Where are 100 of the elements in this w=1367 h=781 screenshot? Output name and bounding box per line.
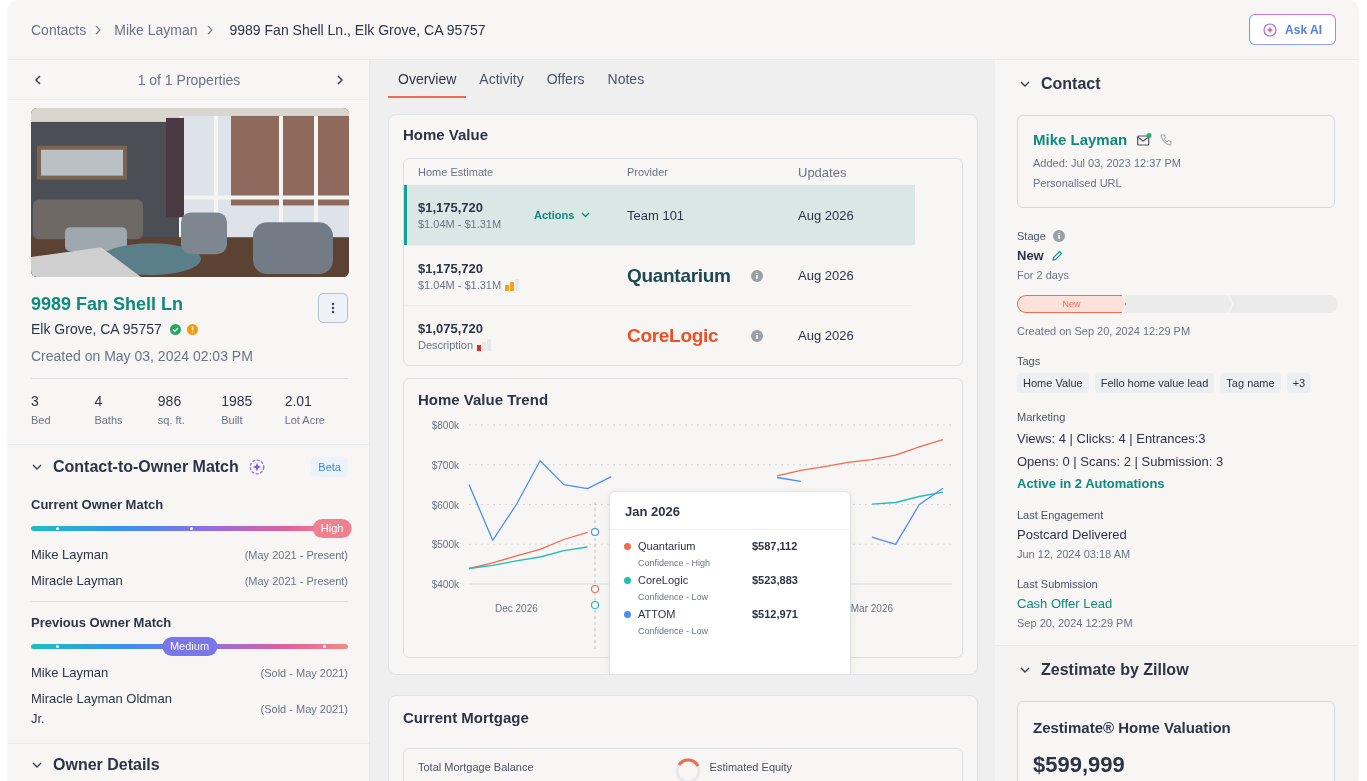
marketing-stats: Views: 4 | Clicks: 4 | Entrances:3 bbox=[1017, 431, 1207, 446]
owner-period: (May 2021 - Present) bbox=[244, 549, 348, 561]
tag: Home Value bbox=[1017, 373, 1089, 393]
owner-name: Mike Layman bbox=[31, 546, 109, 564]
chevron-right-icon bbox=[94, 24, 103, 35]
axis-label: $500k bbox=[431, 539, 459, 551]
event-date: Jun 12, 2024 03:18 AM bbox=[1017, 548, 1132, 560]
column-header: Updates bbox=[798, 164, 847, 180]
field-label: Tags bbox=[1017, 355, 1042, 367]
tab[interactable]: Offers bbox=[536, 62, 595, 98]
breadcrumb-link[interactable]: Contacts bbox=[31, 21, 87, 38]
provider-logo: CoreLogic bbox=[627, 324, 720, 347]
sparkle-icon bbox=[248, 459, 265, 475]
column-header: Provider bbox=[627, 166, 669, 178]
section-title: Zestimate by Zillow bbox=[1041, 661, 1189, 679]
info-icon[interactable] bbox=[751, 269, 763, 282]
created-date: Created on May 03, 2024 02:03 PM bbox=[31, 348, 348, 379]
estimate-row[interactable]: $1,075,720 Description CoreLogic Aug 2026 bbox=[404, 305, 912, 365]
stat-label: sq. ft. bbox=[157, 414, 186, 426]
estimate-row[interactable]: $1,175,720 $1.04M - $1.31M Quantarium Aug 2026 bbox=[404, 245, 912, 305]
zestimate-value: $599,999 bbox=[1033, 752, 1126, 778]
stat-label: Built bbox=[221, 414, 244, 426]
stat-value: 3 bbox=[31, 393, 40, 409]
contact-name[interactable]: Mike Layman bbox=[1033, 131, 1128, 148]
chart-title: Home Value Trend bbox=[417, 391, 550, 408]
card-title: Home Value bbox=[403, 126, 490, 143]
estimate-range: $1.04M - $1.31M bbox=[418, 278, 502, 291]
added-date: Added: Jul 03, 2023 12:37 PM bbox=[1033, 157, 1182, 169]
ask-ai-button[interactable]: Ask AI bbox=[1249, 14, 1336, 45]
match-title: Previous Owner Match bbox=[31, 615, 173, 630]
confidence-note: Confidence - Low bbox=[637, 626, 710, 636]
axis-label: Dec 2026 bbox=[495, 603, 538, 614]
tab[interactable]: Notes bbox=[597, 62, 655, 98]
stat-value: 2.01 bbox=[284, 393, 313, 409]
update-date: Aug 2026 bbox=[798, 328, 854, 343]
field-label: Estimated Equity bbox=[709, 761, 793, 773]
axis-label: Mar 2026 bbox=[850, 603, 894, 614]
tab[interactable]: Activity bbox=[469, 62, 534, 98]
caret-icon bbox=[581, 212, 591, 218]
update-date: Aug 2026 bbox=[798, 207, 854, 223]
stat-label: Lot Acre bbox=[284, 414, 326, 426]
estimate-row[interactable]: $1,175,720 $1.04M - $1.31M Actions Team 101 Aug 2026 bbox=[404, 185, 915, 245]
stage-step[interactable]: New bbox=[1017, 295, 1126, 313]
section-title: Contact-to-Owner Match bbox=[53, 458, 239, 476]
stat-label: Bed bbox=[31, 414, 52, 426]
stat-value: 4 bbox=[94, 393, 104, 409]
info-icon[interactable] bbox=[751, 329, 763, 342]
confidence-note: Confidence - High bbox=[637, 558, 712, 568]
estimate-range: $1.04M - $1.31M bbox=[418, 218, 502, 230]
field-label: Marketing bbox=[1017, 411, 1067, 423]
stat-value: 1985 bbox=[221, 393, 254, 409]
breadcrumb-link[interactable]: Mike Layman bbox=[114, 21, 198, 38]
series-value: $587,112 bbox=[752, 540, 798, 552]
owner-period: (Sold - May 2021) bbox=[260, 703, 348, 715]
estimate-range: Description bbox=[418, 338, 474, 351]
section-title: Contact bbox=[1041, 75, 1101, 93]
stage-value: New bbox=[1017, 248, 1044, 263]
axis-label: $600k bbox=[431, 499, 459, 511]
field-label: Total Mortgage Balance bbox=[418, 761, 534, 773]
owner-period: (May 2021 - Present) bbox=[244, 575, 348, 587]
owner-name: Mike Layman bbox=[31, 664, 109, 682]
match-rating: Medium bbox=[161, 637, 218, 656]
info-icon[interactable] bbox=[1052, 230, 1065, 242]
owner-name: Miracle Layman bbox=[31, 572, 123, 590]
more-icon bbox=[331, 302, 335, 314]
owner-name: Miracle Layman Oldman Jr. bbox=[31, 690, 173, 728]
submission-link[interactable]: Cash Offer Lead bbox=[1017, 596, 1335, 611]
breadcrumb-link[interactable]: 9989 Fan Shell Ln., Elk Grove, CA 95757 bbox=[229, 21, 486, 38]
column-header: Home Estimate bbox=[418, 166, 495, 178]
provider-logo: Quantarium bbox=[627, 264, 732, 287]
axis-label: $800k bbox=[431, 420, 459, 431]
stat-label: Baths bbox=[94, 414, 124, 426]
tag: Tag name bbox=[1220, 373, 1281, 393]
property-address: Elk Grove, CA 95757 bbox=[31, 321, 162, 337]
card-title: Zestimate® Home Valuation bbox=[1033, 719, 1232, 736]
estimate-value: $1,075,720 bbox=[418, 320, 485, 336]
pencil-icon[interactable] bbox=[1050, 249, 1063, 262]
beta-badge: Beta bbox=[311, 457, 348, 477]
engagement-value: Postcard Delivered bbox=[1017, 527, 1128, 542]
phone-icon[interactable] bbox=[1160, 133, 1173, 146]
confidence-note: Confidence - Low bbox=[637, 592, 710, 602]
automations-link[interactable]: Active in 2 Automations bbox=[1017, 476, 1335, 491]
mail-icon[interactable] bbox=[1137, 133, 1153, 146]
field-label: Last Submission bbox=[1017, 578, 1099, 590]
series-name: Quantarium bbox=[638, 540, 697, 552]
series-value: $523,883 bbox=[752, 574, 798, 586]
series-value: $512,971 bbox=[752, 608, 798, 620]
section-title: Owner Details bbox=[53, 756, 160, 774]
tag: Fello home value lead bbox=[1094, 373, 1215, 393]
property-title[interactable]: 9989 Fan Shell Ln bbox=[31, 293, 198, 315]
personalised-url-link[interactable]: Personalised URL bbox=[1033, 177, 1319, 189]
match-rating: High bbox=[312, 519, 352, 538]
series-name: ATTOM bbox=[638, 608, 677, 620]
marketing-stats: Opens: 0 | Scans: 2 | Submission: 3 bbox=[1017, 454, 1225, 469]
card-title: Current Mortgage bbox=[403, 709, 530, 726]
actions-dropdown[interactable]: Actions bbox=[534, 209, 591, 221]
tab[interactable]: Overview bbox=[388, 62, 467, 98]
estimate-value: $1,175,720 bbox=[418, 260, 485, 276]
sparkle-icon bbox=[1263, 22, 1278, 37]
property-counter: 1 of 1 Properties bbox=[137, 71, 241, 88]
